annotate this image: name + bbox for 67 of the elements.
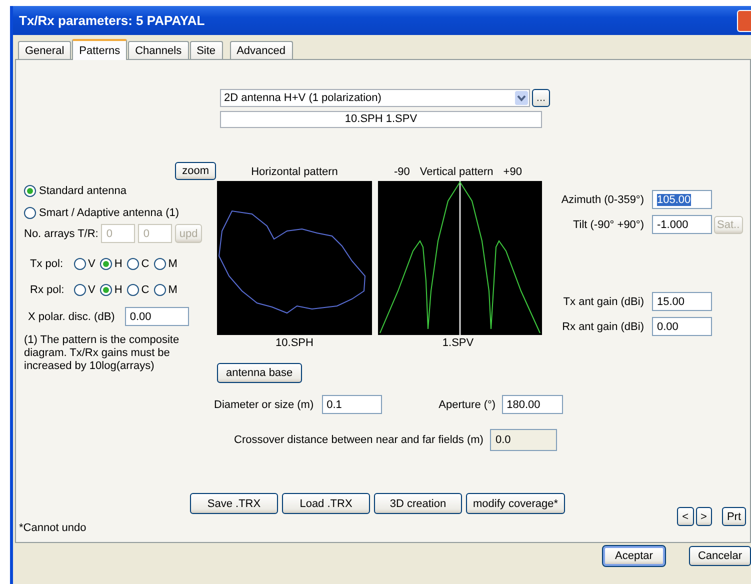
radio-button[interactable]: [74, 258, 86, 270]
x-polar-label: X polar. disc. (dB): [28, 310, 115, 322]
pattern-dropdown[interactable]: 2D antenna H+V (1 polarization): [220, 89, 530, 107]
radio-label: V: [88, 284, 96, 296]
polarization-label: Rx pol:: [29, 284, 66, 296]
radio-button[interactable]: [24, 207, 36, 219]
footnote-text: *Cannot undo: [19, 522, 86, 534]
radio-label: Standard antenna: [39, 185, 126, 197]
radio-label: M: [168, 258, 178, 270]
radio-label: C: [141, 258, 150, 270]
radio-button[interactable]: [154, 284, 166, 296]
field-label: Tilt (-90° +90°): [572, 218, 644, 230]
action-button[interactable]: Save .TRX: [190, 493, 278, 514]
action-button[interactable]: Load .TRX: [282, 493, 370, 514]
dialog-button[interactable]: Aceptar: [603, 546, 665, 566]
plot-title: Horizontal pattern: [250, 166, 339, 178]
radio-button[interactable]: [74, 284, 86, 296]
nav-button[interactable]: <: [677, 507, 694, 526]
tab[interactable]: Patterns: [72, 39, 128, 60]
radio-label: C: [141, 284, 150, 296]
input-field[interactable]: 0.00: [652, 317, 712, 336]
radio-label: H: [114, 284, 122, 296]
polarization-label: Tx pol:: [29, 258, 64, 270]
axis-label: -90: [394, 166, 410, 178]
arrays-label: No. arrays T/R:: [24, 228, 98, 240]
field-label: Azimuth (0-359°): [560, 194, 644, 206]
input-field[interactable]: 0.1: [322, 395, 382, 414]
radio-label: Smart / Adaptive antenna (1): [39, 207, 180, 219]
radio-button[interactable]: [100, 284, 112, 296]
axis-label: +90: [503, 166, 522, 178]
input-field[interactable]: 105.00: [652, 190, 712, 209]
field-label: Tx ant gain (dBi): [562, 296, 644, 308]
pattern-name-field: 10.SPH 1.SPV: [220, 111, 542, 128]
input-field[interactable]: -1.000: [652, 215, 712, 234]
radio-button[interactable]: [127, 258, 140, 270]
input-field[interactable]: 15.00: [652, 292, 712, 311]
plot-caption: 1.SPV: [441, 337, 475, 349]
tab[interactable]: Site: [190, 41, 223, 59]
zoom-button[interactable]: zoom: [175, 162, 216, 180]
browse-button[interactable]: ...: [532, 89, 550, 107]
dialog-button[interactable]: Cancelar: [689, 546, 751, 566]
field-label: Diameter or size (m): [214, 398, 314, 410]
field-label: Rx ant gain (dBi): [561, 320, 644, 332]
footnote-text: (1) The pattern is the composite diagram. Tx/Rx gains must be increased by 10log(arrays): [24, 334, 180, 373]
radio-button[interactable]: [100, 258, 112, 270]
nav-button[interactable]: Prt: [722, 507, 746, 526]
action-button[interactable]: modify coverage*: [466, 493, 565, 514]
action-button[interactable]: 3D creation: [374, 493, 462, 514]
close-button[interactable]: [737, 10, 751, 32]
input-field[interactable]: 180.00: [502, 395, 563, 414]
tab[interactable]: Channels: [128, 41, 189, 59]
tab[interactable]: Advanced: [230, 41, 292, 59]
field-label: Crossover distance between near and far fields (m): [234, 434, 484, 446]
field-label: Aperture (°): [438, 398, 496, 410]
radio-label: M: [168, 284, 178, 296]
window-title: Tx/Rx parameters: 5 PAPAYAL: [19, 13, 205, 28]
radio-button[interactable]: [24, 185, 36, 197]
radio-label: V: [88, 258, 96, 270]
plot-caption: 10.SPH: [274, 337, 314, 349]
tab[interactable]: General: [18, 41, 72, 59]
radio-label: H: [114, 258, 122, 270]
radio-button[interactable]: [154, 258, 166, 270]
input-field[interactable]: 0.00: [124, 307, 189, 326]
radio-button[interactable]: [127, 284, 140, 296]
antenna-base-button[interactable]: antenna base: [217, 363, 302, 383]
nav-button[interactable]: >: [696, 507, 712, 526]
plot-title: Vertical pattern: [420, 166, 494, 178]
